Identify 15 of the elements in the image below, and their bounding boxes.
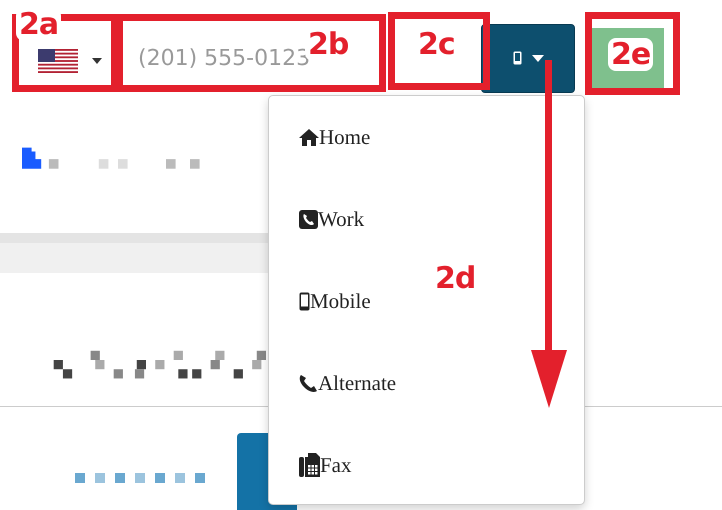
phone-square-icon (299, 210, 318, 228)
menu-item[interactable]: Fax (269, 424, 352, 506)
menu-item[interactable]: Alternate (269, 342, 396, 424)
fax-icon (299, 453, 320, 477)
callout-label: 2e (608, 38, 654, 71)
phone-icon (299, 374, 318, 392)
caret-icon (92, 58, 102, 64)
flag-icon (38, 49, 78, 73)
mobile-phone-icon (512, 51, 522, 65)
caret-icon (532, 54, 544, 62)
menu-item[interactable]: Work (269, 178, 364, 260)
menu-item[interactable]: Home (269, 96, 370, 178)
house-icon (299, 128, 319, 146)
mobile-phone-icon (299, 292, 310, 310)
menu-item[interactable]: Mobile (269, 260, 371, 342)
